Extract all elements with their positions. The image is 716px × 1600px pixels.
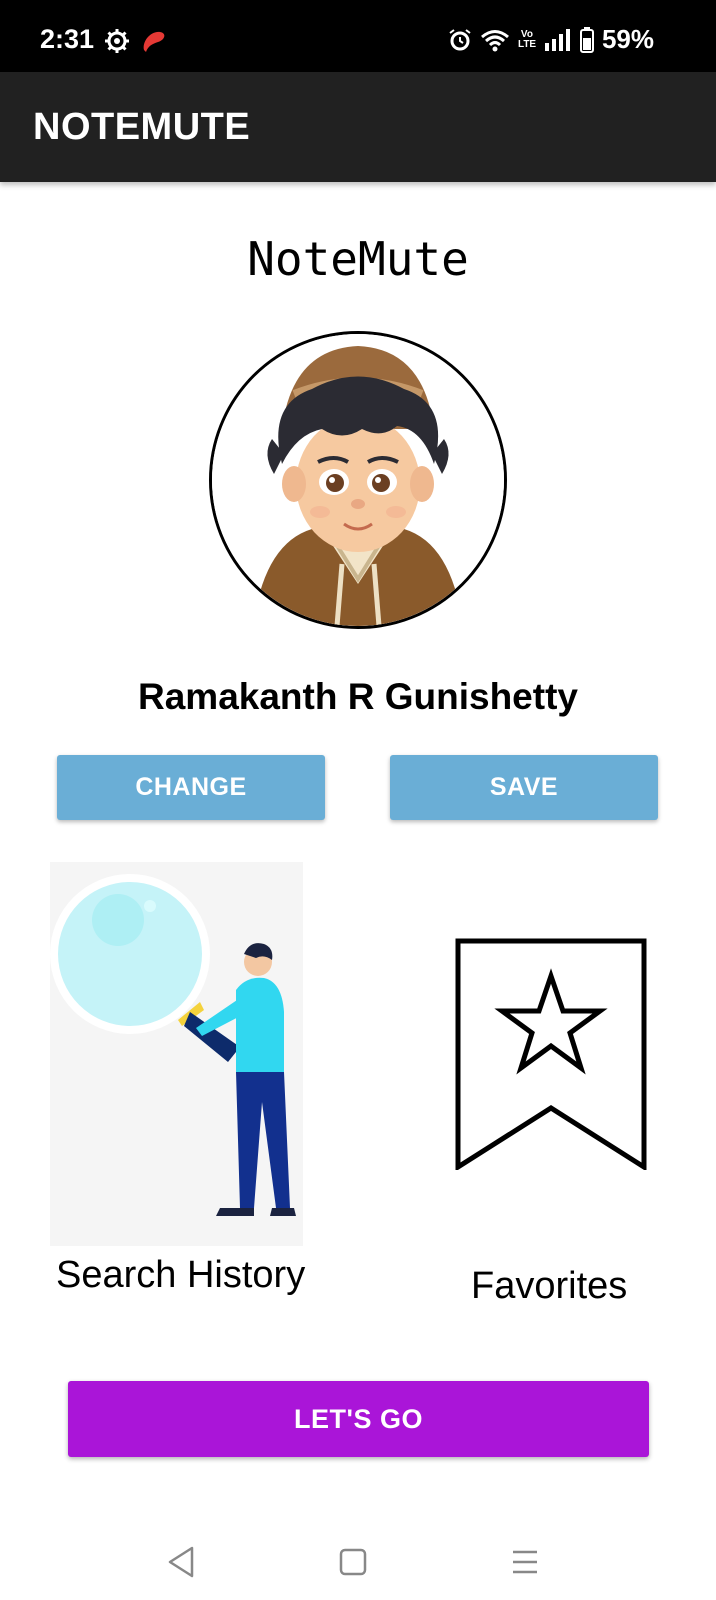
status-time: 2:31 bbox=[40, 24, 95, 54]
bookmark-star-icon[interactable] bbox=[455, 938, 647, 1170]
page-heading: NoteMute bbox=[247, 232, 469, 286]
signal-icon bbox=[544, 28, 570, 51]
volte-icon: Vo LTE bbox=[517, 28, 537, 50]
recents-icon[interactable] bbox=[505, 1542, 545, 1582]
battery-icon bbox=[579, 26, 594, 53]
avatar[interactable] bbox=[209, 331, 507, 629]
search-history-tile[interactable] bbox=[50, 862, 303, 1246]
search-history-label: Search History bbox=[56, 1254, 306, 1296]
battery-percent: 59% bbox=[601, 24, 654, 54]
wifi-icon bbox=[480, 29, 509, 51]
status-bar: 2:31 Vo LTE 59% bbox=[0, 0, 716, 72]
status-icons: Vo LTE 59% bbox=[448, 24, 654, 55]
search-history-illustration bbox=[50, 874, 296, 1216]
favorites-label[interactable]: Favorites bbox=[471, 1265, 627, 1308]
settings-gear-icon bbox=[105, 29, 129, 53]
app-title: NOTEMUTE bbox=[33, 106, 251, 148]
save-button[interactable]: SAVE bbox=[390, 755, 658, 820]
lets-go-button[interactable]: LET'S GO bbox=[68, 1381, 649, 1457]
change-button[interactable]: CHANGE bbox=[57, 755, 325, 820]
user-name: Ramakanth R Gunishetty bbox=[138, 676, 578, 717]
home-icon[interactable] bbox=[333, 1542, 373, 1582]
avatar-illustration bbox=[212, 334, 504, 626]
airtel-icon bbox=[143, 31, 165, 52]
alarm-icon bbox=[449, 28, 471, 50]
app-bar: NOTEMUTE bbox=[0, 72, 716, 182]
navigation-bar bbox=[0, 1520, 716, 1600]
back-icon[interactable] bbox=[162, 1542, 202, 1582]
